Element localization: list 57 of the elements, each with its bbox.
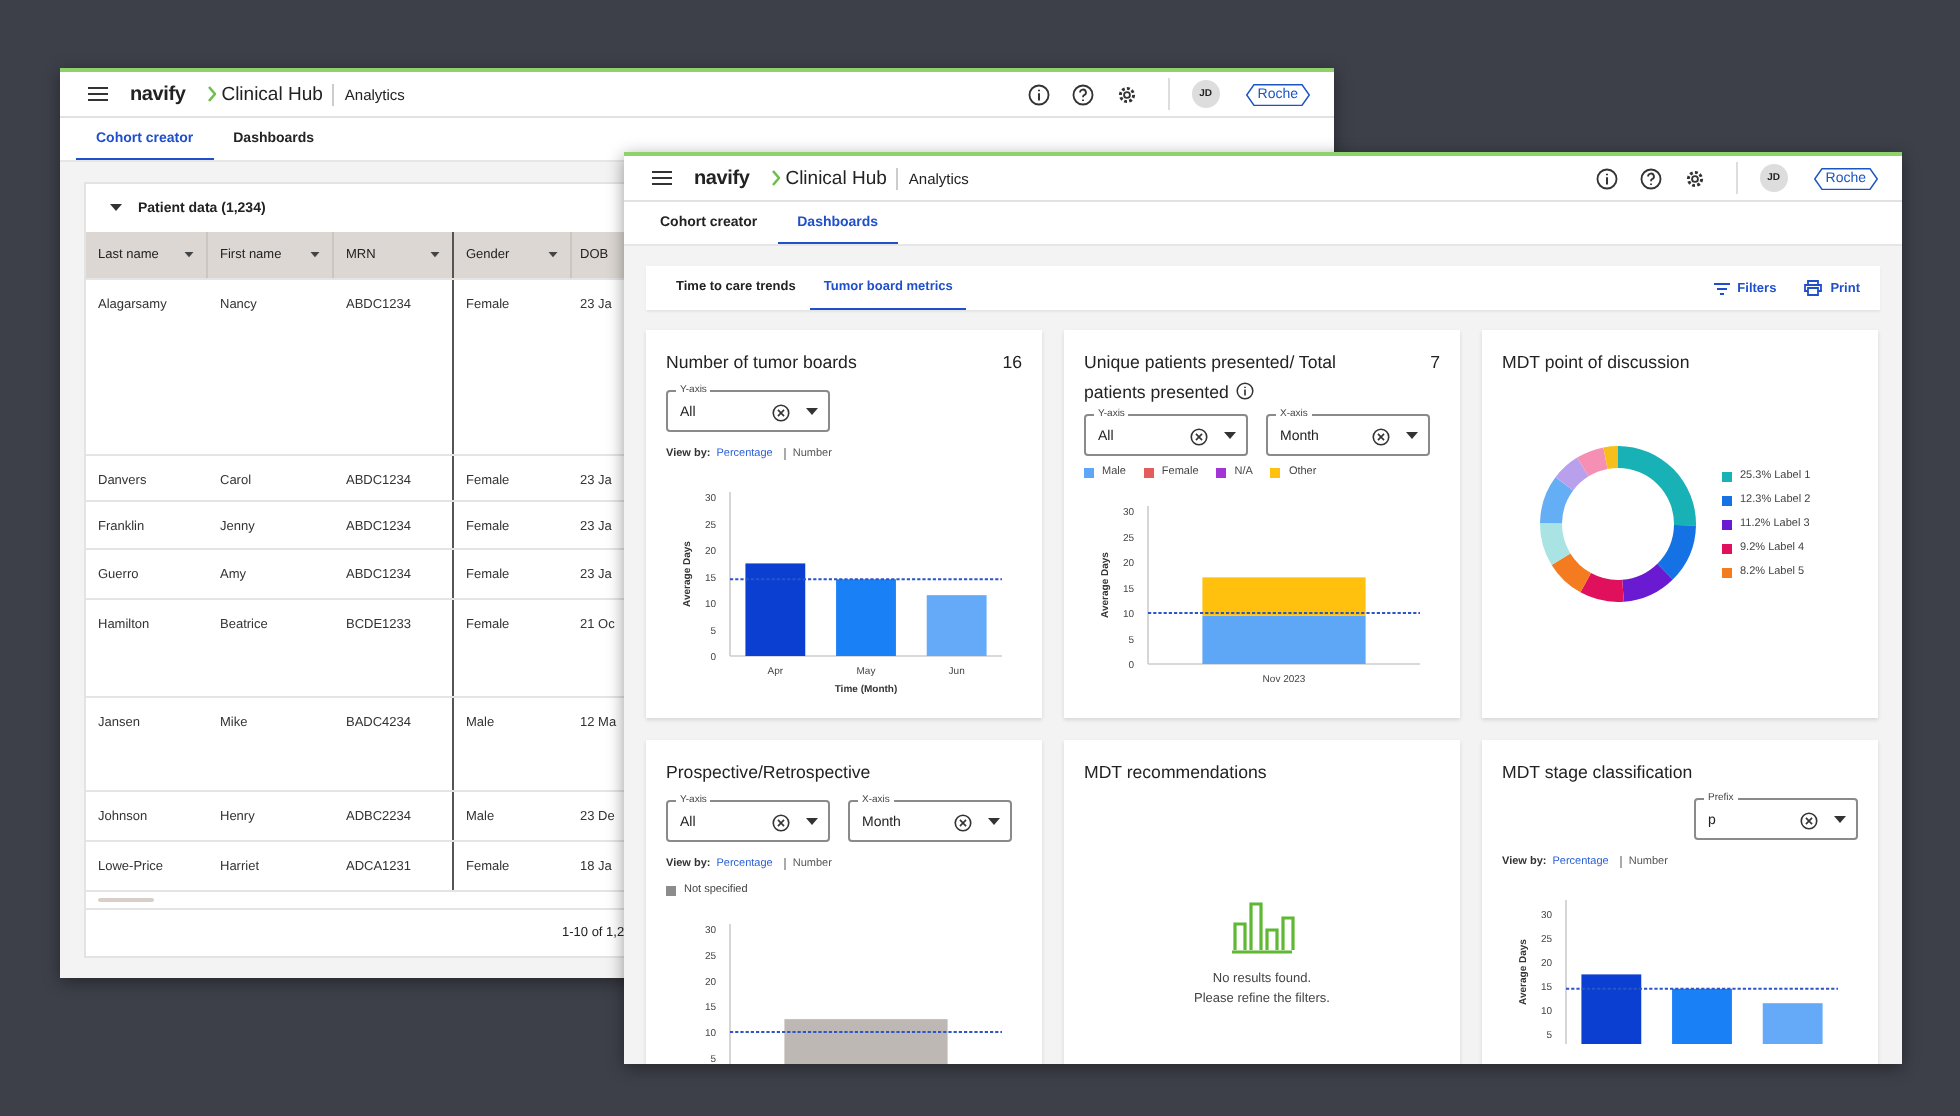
settings-icon[interactable] — [1115, 83, 1138, 105]
clear-icon[interactable] — [772, 403, 790, 421]
caret-icon — [1406, 432, 1418, 440]
card-title: Number of tumor boards — [666, 350, 857, 376]
donut-slice — [1580, 573, 1624, 602]
card-title: MDT stage classification — [1502, 760, 1693, 786]
caret-icon[interactable] — [430, 252, 440, 258]
clear-icon[interactable] — [1372, 427, 1390, 445]
filter-icon — [1713, 281, 1730, 295]
card-title: Unique patients presented/ Total patients presented — [1084, 350, 1339, 406]
product-name: Clinical Hub — [221, 83, 335, 105]
bar — [926, 595, 987, 656]
card-count: 16 — [1002, 350, 1022, 376]
bar — [745, 563, 806, 656]
caret-icon — [806, 408, 818, 416]
info-icon[interactable] — [1595, 167, 1618, 189]
caret-icon[interactable] — [548, 252, 558, 258]
caret-icon[interactable] — [310, 252, 320, 258]
menu-icon[interactable] — [652, 170, 672, 186]
info-icon[interactable] — [1027, 83, 1050, 105]
chevron-icon — [771, 170, 780, 186]
bar — [1672, 988, 1732, 1044]
clear-icon[interactable] — [772, 813, 790, 831]
printer-icon — [1804, 280, 1823, 296]
brand-name: navify — [130, 83, 186, 105]
caret-icon — [806, 818, 818, 826]
donut-slice — [1555, 457, 1589, 491]
donut-slice — [1540, 523, 1571, 565]
chevron-icon — [207, 86, 216, 102]
card-title: MDT recommendations — [1084, 760, 1267, 786]
caret-icon — [1834, 816, 1846, 824]
card-title: MDT point of discussion — [1502, 350, 1690, 376]
bar-chart-icon — [1226, 898, 1298, 954]
menu-icon[interactable] — [88, 86, 108, 102]
caret-icon[interactable] — [110, 204, 122, 212]
clear-icon[interactable] — [954, 813, 972, 831]
bar — [1762, 1003, 1823, 1044]
card-count: 7 — [1430, 350, 1440, 376]
bar — [1581, 974, 1642, 1044]
donut-slice — [1540, 477, 1574, 524]
bar — [836, 579, 896, 656]
info-icon[interactable] — [1236, 382, 1255, 400]
help-icon[interactable] — [1639, 167, 1662, 189]
help-icon[interactable] — [1071, 83, 1094, 105]
caret-icon — [1224, 432, 1236, 440]
clear-icon[interactable] — [1800, 811, 1818, 829]
donut-slice — [1551, 553, 1591, 593]
card-title: Prospective/Retrospective — [666, 760, 871, 786]
settings-icon[interactable] — [1683, 167, 1706, 189]
product-name: Clinical Hub — [785, 167, 899, 189]
brand-name: navify — [694, 167, 750, 189]
scrollbar[interactable] — [98, 898, 154, 902]
caret-icon[interactable] — [184, 252, 194, 258]
y-axis — [729, 923, 731, 1064]
caret-icon — [988, 818, 1000, 826]
donut-slice — [1622, 563, 1673, 602]
clear-icon[interactable] — [1190, 427, 1208, 445]
